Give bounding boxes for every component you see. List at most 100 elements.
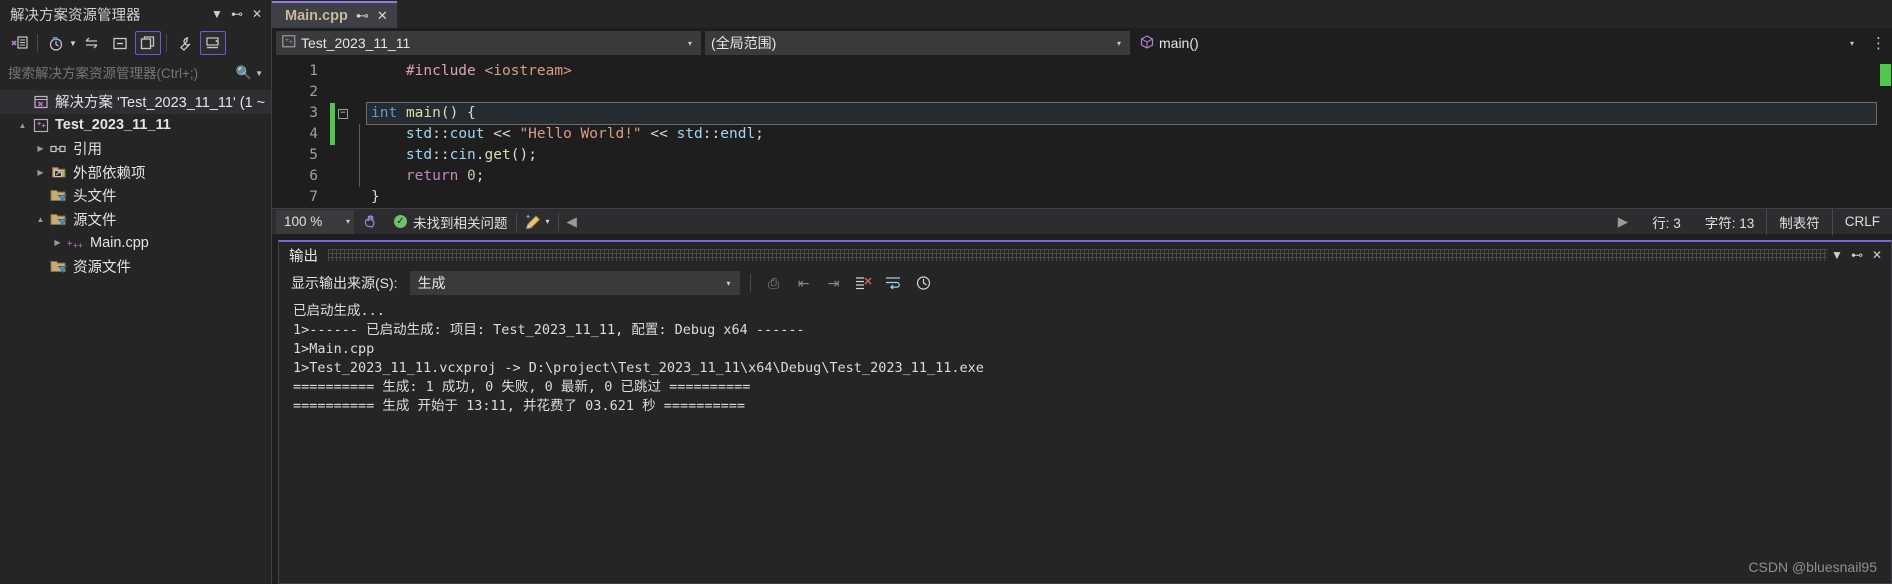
filter-folder-icon — [49, 259, 69, 274]
expander-collapse[interactable]: ▲ — [14, 121, 31, 130]
chevron-down-icon[interactable]: ▾ — [1845, 39, 1859, 48]
code-editor[interactable]: 1 #include <iostream> 2 3 − int main() {4 st… — [272, 58, 1892, 208]
code-token: :: — [432, 147, 450, 163]
tree-item-external-dependencies[interactable]: ▶ 外部依赖项 — [0, 161, 271, 185]
code-text: int main() { — [366, 102, 1877, 125]
code-text: } — [367, 187, 380, 208]
collapse-all-icon[interactable] — [107, 31, 133, 55]
code-cleanup-button[interactable]: ▾ — [517, 213, 558, 230]
code-line[interactable]: 2 — [276, 82, 1892, 103]
expander[interactable]: ▶ — [32, 168, 49, 177]
go-to-previous-icon[interactable]: ⇤ — [791, 271, 817, 295]
tree-item-solution[interactable]: 解决方案 'Test_2023_11_11' (1 ~ — [0, 90, 271, 114]
output-source-combobox[interactable]: 生成 ▾ — [409, 271, 740, 295]
code-lines-container[interactable]: 1 #include <iostream> 2 3 − int main() {4 st… — [276, 58, 1892, 208]
pending-changes-icon[interactable] — [43, 31, 69, 55]
code-token: << — [641, 126, 677, 142]
code-line[interactable]: 3 − int main() { — [276, 102, 1892, 125]
overflow-icon[interactable]: ⋮ — [1867, 34, 1890, 52]
output-line: ========== 生成 开始于 13:11, 并花费了 03.621 秒 =… — [293, 398, 745, 414]
filter-folder-icon — [49, 212, 69, 227]
line-number: 5 — [309, 147, 318, 163]
expander[interactable]: ▶ — [49, 238, 66, 247]
toggle-word-wrap-icon[interactable] — [881, 271, 907, 295]
scope-combobox[interactable]: (全局范围) ▾ — [705, 31, 1130, 55]
issues-status[interactable]: ✓ 未找到相关问题 — [386, 212, 516, 232]
output-text-body[interactable]: 已启动生成... 1>------ 已启动生成: 项目: Test_2023_11… — [279, 298, 1891, 583]
tree-item-header-files[interactable]: 头文件 — [0, 184, 271, 208]
chevron-down-icon[interactable]: ▾ — [1112, 39, 1126, 48]
sync-icon[interactable] — [79, 31, 105, 55]
search-row[interactable]: 🔍 ▼ — [8, 60, 267, 86]
svg-text:+: + — [289, 38, 293, 46]
change-marker — [330, 124, 335, 145]
code-token: get — [484, 147, 511, 163]
chevron-down-icon[interactable]: ▼ — [69, 39, 77, 48]
pin-icon[interactable]: ⊷ — [1847, 248, 1867, 262]
pin-icon[interactable]: ⊷ — [356, 9, 369, 22]
close-icon[interactable]: ✕ — [247, 4, 267, 24]
tree-item-source-files[interactable]: ▲ 源文件 — [0, 208, 271, 232]
fold-toggle-icon[interactable]: − — [335, 108, 351, 119]
show-all-files-icon[interactable] — [134, 31, 161, 55]
tree-item-resource-files[interactable]: 资源文件 — [0, 255, 271, 279]
indent-guide — [351, 166, 367, 187]
close-icon[interactable]: ✕ — [377, 9, 388, 22]
expander[interactable]: ▶ — [32, 144, 49, 153]
tabs-indicator[interactable]: 制表符 — [1766, 208, 1832, 235]
eol-indicator[interactable]: CRLF — [1831, 208, 1892, 235]
tree-item-main-cpp[interactable]: ▶ + + + Main.cpp — [0, 231, 271, 255]
scroll-left-button[interactable]: ◀ — [559, 214, 585, 230]
properties-icon[interactable] — [172, 31, 198, 55]
code-text: std::cin.get(); — [367, 145, 537, 166]
home-icon[interactable] — [6, 31, 32, 55]
code-line[interactable]: 5 std::cin.get(); — [276, 145, 1892, 166]
chevron-down-icon[interactable]: ▼ — [207, 4, 227, 24]
project-combobox[interactable]: + + Test_2023_11_11 ▾ — [276, 31, 701, 55]
document-tabstrip: Main.cpp ⊷ ✕ — [272, 0, 1892, 28]
chevron-down-icon[interactable]: ▾ — [683, 39, 697, 48]
editor-vertical-scrollbar[interactable] — [1878, 58, 1892, 208]
tree-item-label: 头文件 — [73, 189, 117, 206]
chevron-down-icon[interactable]: ▾ — [346, 217, 350, 226]
member-combobox[interactable]: main() ▾ — [1134, 31, 1863, 55]
close-icon[interactable]: ✕ — [1867, 248, 1887, 262]
save-output-icon[interactable]: ⎙ — [761, 271, 787, 295]
zoom-combobox[interactable]: 100 % ▾ — [276, 209, 354, 234]
code-line[interactable]: 6 return 0; — [276, 166, 1892, 187]
search-icon[interactable]: 🔍 — [233, 65, 255, 81]
preview-selected-items-icon[interactable] — [199, 31, 226, 55]
hand-icon[interactable] — [354, 214, 386, 230]
drag-grip[interactable] — [328, 249, 1827, 261]
history-icon[interactable] — [911, 271, 937, 295]
svg-text:+: + — [42, 122, 46, 130]
change-marker — [330, 187, 335, 208]
tree-item-references[interactable]: ▶ 引用 — [0, 137, 271, 161]
tab-main-cpp[interactable]: Main.cpp ⊷ ✕ — [272, 1, 397, 28]
scroll-right-button[interactable]: ▶ — [1606, 209, 1640, 235]
solution-tree[interactable]: 解决方案 'Test_2023_11_11' (1 ~ ▲ + + Test_2… — [0, 89, 271, 584]
tree-item-label: 源文件 — [73, 212, 117, 229]
code-line[interactable]: 7} — [276, 187, 1892, 208]
editor-area: Main.cpp ⊷ ✕ + + Test_2023_11_11 ▾ (全局范围… — [272, 0, 1892, 584]
code-token: () { — [440, 105, 476, 121]
go-to-next-icon[interactable]: ⇥ — [821, 271, 847, 295]
solution-explorer-toolbar: ▼ — [0, 28, 271, 58]
tree-item-project[interactable]: ▲ + + Test_2023_11_11 — [0, 114, 271, 138]
line-number: 3 — [309, 105, 318, 121]
code-token: << — [484, 126, 520, 142]
code-line[interactable]: 1 #include <iostream> — [276, 61, 1892, 82]
expander-collapse[interactable]: ▲ — [32, 215, 49, 224]
pin-icon[interactable]: ⊷ — [227, 4, 247, 24]
clear-all-icon[interactable] — [851, 271, 877, 295]
chevron-down-icon[interactable]: ▼ — [1827, 248, 1847, 262]
chevron-down-icon[interactable]: ▾ — [722, 279, 736, 288]
chevron-down-icon[interactable]: ▼ — [255, 69, 267, 78]
chevron-down-icon[interactable]: ▾ — [546, 217, 550, 226]
solution-explorer-panel: 解决方案资源管理器 ▼ ⊷ ✕ ▼ 搜索解决方案资源管理器(Ctrl+;) 🔍 … — [0, 0, 272, 584]
code-token: :: — [702, 126, 721, 142]
search-input[interactable] — [8, 65, 233, 81]
code-line[interactable]: 4 std::cout << "Hello World!" << std::en… — [276, 124, 1892, 145]
